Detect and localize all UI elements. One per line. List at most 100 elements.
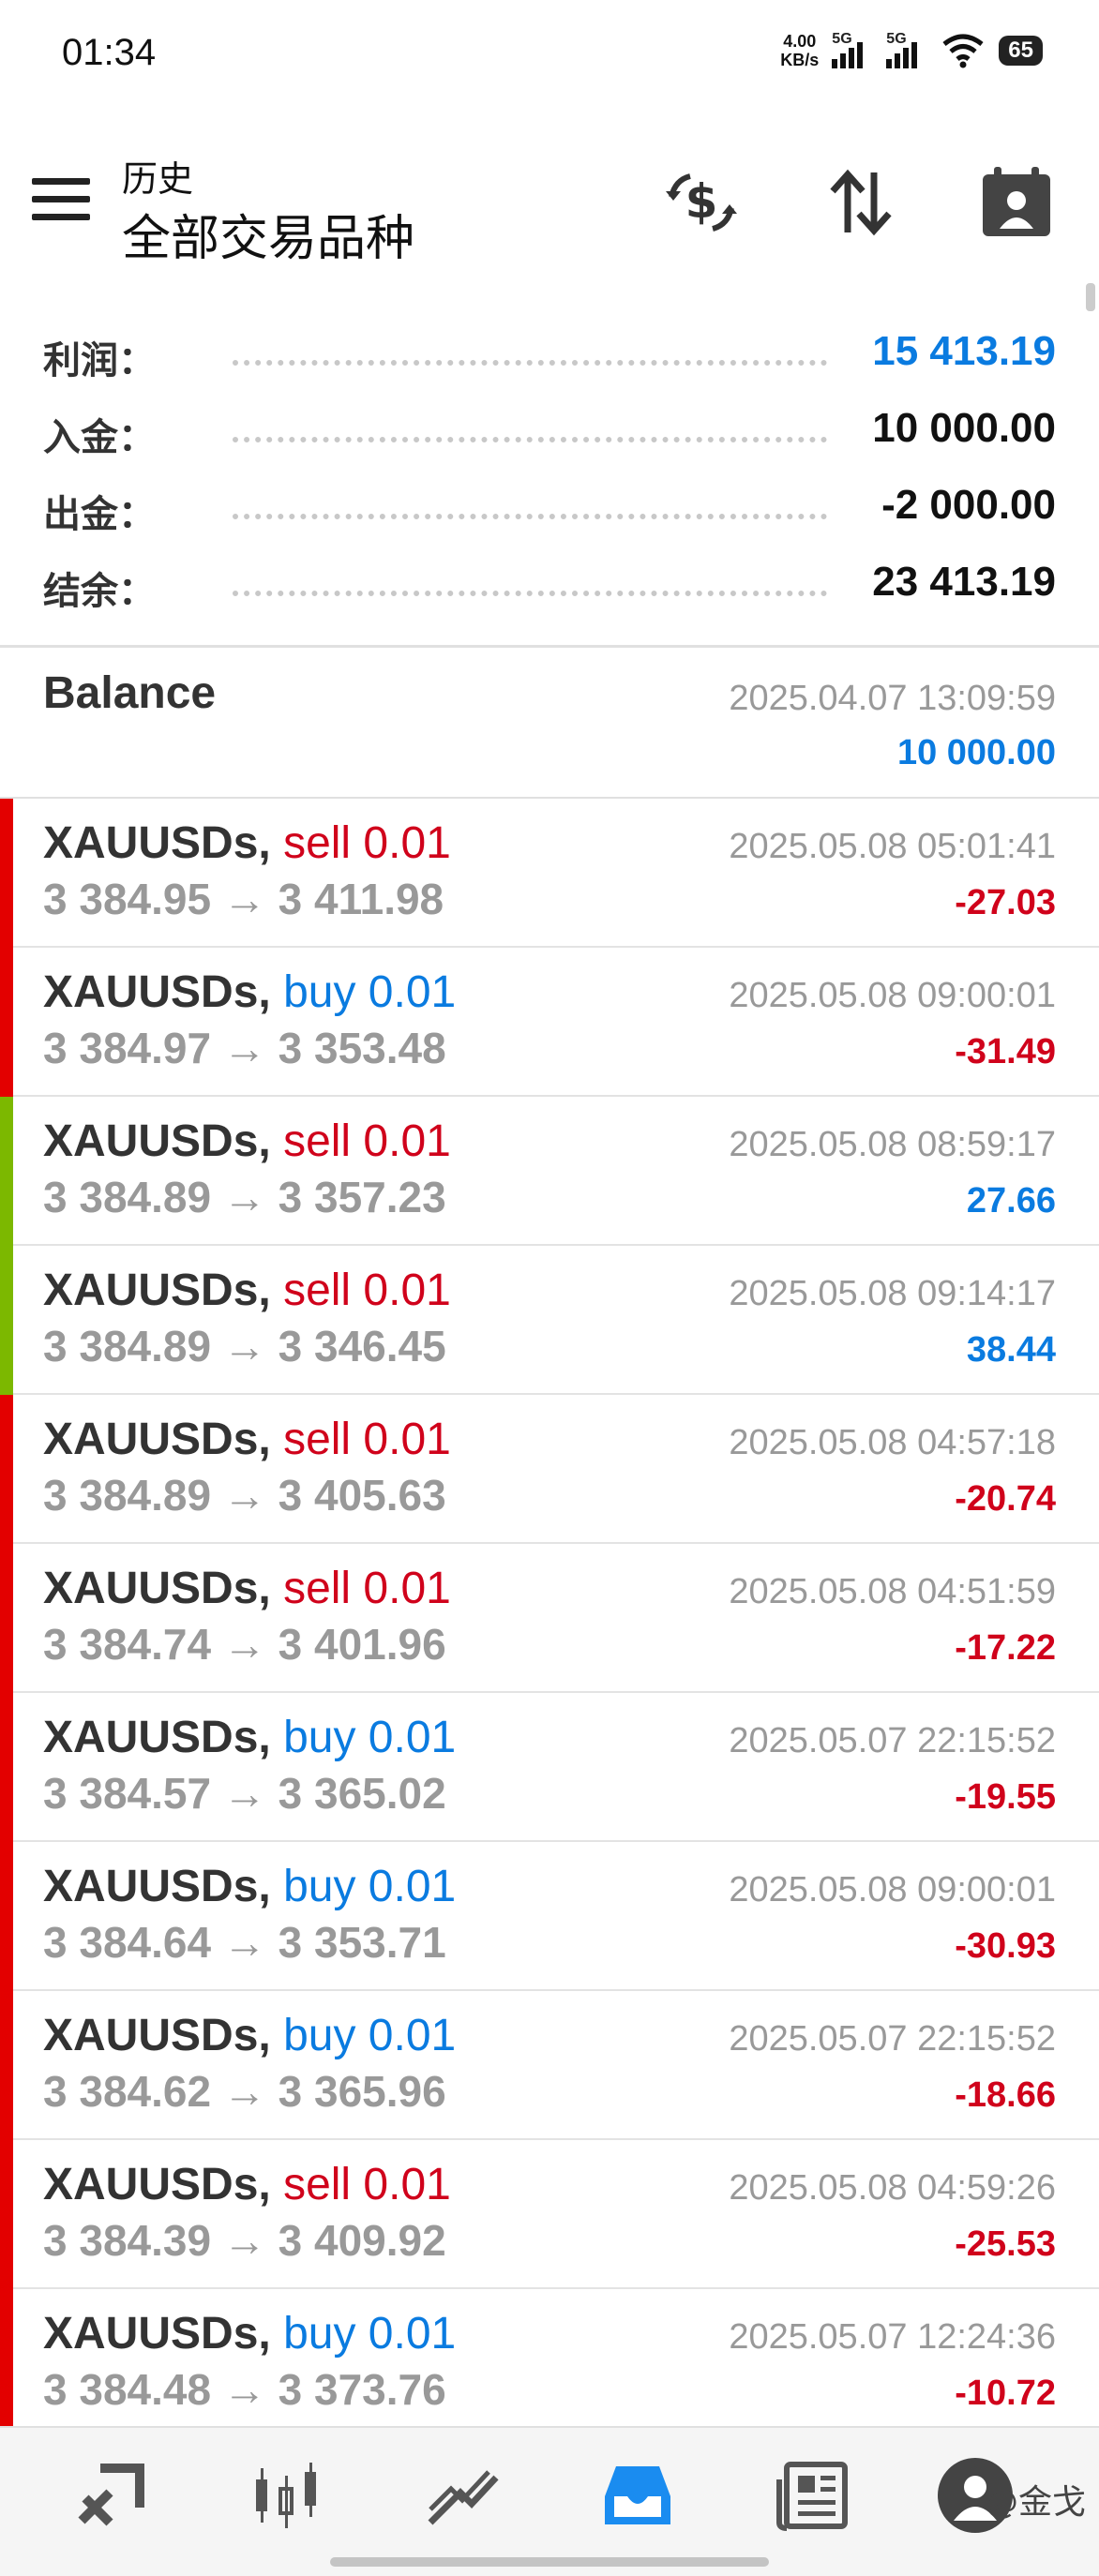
- trade-row[interactable]: XAUUSDs, buy 0.01 3 384.97 → 3 353.48 2025…: [0, 948, 1099, 1097]
- trade-result-bar: [0, 1991, 13, 2140]
- trade-row[interactable]: XAUUSDs, sell 0.01 3 384.74 → 3 401.96 202…: [0, 1544, 1099, 1693]
- balance-entry[interactable]: Balance 2025.04.07 13:09:59 10 000.00: [0, 649, 1099, 799]
- status-bar: 01:34 4.00 KB/s 5G 5G 65: [0, 0, 1099, 112]
- withdraw-label: 出金：: [43, 493, 156, 536]
- trade-symbol: XAUUSDs,: [43, 1713, 271, 1762]
- summary-withdraw-row: 出金： -2 000.00: [0, 472, 1099, 547]
- trade-side: buy 0.01: [283, 967, 457, 1017]
- trade-result-bar: [0, 1842, 13, 1991]
- net-speed-value: 4.00: [783, 32, 817, 51]
- trade-title: XAUUSDs, buy 0.01: [43, 2308, 456, 2359]
- trade-prices: 3 384.62 → 3 365.96: [43, 2067, 446, 2116]
- trade-prices: 3 384.97 → 3 353.48: [43, 1024, 446, 1072]
- home-indicator[interactable]: [330, 2557, 769, 2567]
- trade-row[interactable]: XAUUSDs, buy 0.01 3 384.64 → 3 353.71 2025…: [0, 1842, 1099, 1991]
- trade-symbol: XAUUSDs,: [43, 1862, 271, 1911]
- trade-row[interactable]: XAUUSDs, buy 0.01 3 384.57 → 3 365.02 2025…: [0, 1693, 1099, 1842]
- trade-result-bar: [0, 1693, 13, 1842]
- trade-prices: 3 384.89 → 3 405.63: [43, 1471, 446, 1520]
- trade-side: buy 0.01: [283, 1862, 457, 1911]
- trade-title: XAUUSDs, sell 0.01: [43, 1563, 451, 1614]
- trade-time: 2025.05.07 22:15:52: [729, 2019, 1056, 2059]
- trade-prices: 3 384.57 → 3 365.02: [43, 1769, 446, 1818]
- trade-result-bar: [0, 1544, 13, 1693]
- trade-result-bar: [0, 2140, 13, 2289]
- menu-icon[interactable]: [32, 178, 90, 223]
- trade-symbol: XAUUSDs,: [43, 2160, 271, 2209]
- trade-row[interactable]: XAUUSDs, sell 0.01 3 384.89 → 3 405.63 202…: [0, 1395, 1099, 1544]
- page-title[interactable]: 全部交易品种: [122, 199, 414, 269]
- trade-title: XAUUSDs, buy 0.01: [43, 2010, 456, 2061]
- trade-side: sell 0.01: [283, 1116, 451, 1166]
- divider: [0, 645, 1099, 648]
- balance-label: 结余：: [43, 570, 156, 613]
- trade-time: 2025.05.08 09:00:01: [729, 976, 1056, 1015]
- deposit-value: 10 000.00: [872, 405, 1056, 451]
- trade-time: 2025.05.08 04:59:26: [729, 2168, 1056, 2208]
- trade-row[interactable]: XAUUSDs, sell 0.01 3 384.89 → 3 346.45 202…: [0, 1246, 1099, 1395]
- trade-side: buy 0.01: [283, 2011, 457, 2060]
- trade-profit: -27.03: [955, 883, 1056, 922]
- trade-profit: -10.72: [955, 2374, 1056, 2413]
- trade-row[interactable]: XAUUSDs, buy 0.01 3 384.62 → 3 365.96 2025…: [0, 1991, 1099, 2140]
- trade-profit: -17.22: [955, 1628, 1056, 1668]
- chart-icon[interactable]: [240, 2449, 334, 2542]
- trade-time: 2025.05.07 12:24:36: [729, 2317, 1056, 2357]
- wifi-icon: [942, 34, 984, 68]
- trade-title: XAUUSDs, sell 0.01: [43, 817, 451, 869]
- signal-icon: 5G: [832, 31, 873, 68]
- trade-icon[interactable]: [416, 2449, 510, 2542]
- trade-symbol: XAUUSDs,: [43, 1266, 271, 1315]
- signal-icon-2: 5G: [886, 31, 927, 68]
- dotted-leader: [233, 437, 827, 442]
- trade-title: XAUUSDs, sell 0.01: [43, 2159, 451, 2210]
- signal-label-2: 5G: [886, 31, 907, 47]
- trade-profit: -31.49: [955, 1032, 1056, 1071]
- trade-time: 2025.05.08 09:14:17: [729, 1274, 1056, 1313]
- scrollbar[interactable]: [1086, 283, 1095, 311]
- sort-icon[interactable]: [821, 163, 900, 242]
- dotted-leader: [233, 360, 827, 366]
- balance-entry-amount: 10 000.00: [896, 733, 1056, 772]
- svg-text:$: $: [685, 174, 718, 229]
- trade-result-bar: [0, 1395, 13, 1544]
- trade-symbol: XAUUSDs,: [43, 1415, 271, 1464]
- trade-row[interactable]: XAUUSDs, buy 0.01 3 384.48 → 3 373.76 2025…: [0, 2289, 1099, 2438]
- trade-time: 2025.05.08 08:59:17: [729, 1125, 1056, 1164]
- profit-value: 15 413.19: [872, 328, 1056, 374]
- calendar-person-icon[interactable]: [977, 163, 1056, 242]
- trade-prices: 3 384.74 → 3 401.96: [43, 1620, 446, 1669]
- page-title-small: 历史: [122, 158, 194, 200]
- exchange-dollar-icon[interactable]: $: [662, 163, 741, 242]
- balance-value: 23 413.19: [872, 559, 1056, 605]
- trade-title: XAUUSDs, buy 0.01: [43, 1712, 456, 1763]
- trade-row[interactable]: XAUUSDs, sell 0.01 3 384.95 → 3 411.98 202…: [0, 799, 1099, 948]
- news-icon[interactable]: [767, 2449, 861, 2542]
- trade-time: 2025.05.08 04:57:18: [729, 1423, 1056, 1462]
- trade-profit: 38.44: [966, 1330, 1056, 1370]
- trade-side: sell 0.01: [283, 1266, 451, 1315]
- summary-deposit-row: 入金： 10 000.00: [0, 396, 1099, 471]
- trade-prices: 3 384.64 → 3 353.71: [43, 1918, 446, 1967]
- trade-symbol: XAUUSDs,: [43, 2309, 271, 2359]
- summary-balance-row: 结余： 23 413.19: [0, 549, 1099, 624]
- status-time: 01:34: [62, 32, 157, 73]
- signal-label: 5G: [832, 31, 852, 47]
- trade-prices: 3 384.48 → 3 373.76: [43, 2365, 446, 2414]
- trade-title: XAUUSDs, sell 0.01: [43, 1116, 451, 1167]
- deposit-label: 入金：: [43, 416, 156, 459]
- trade-title: XAUUSDs, buy 0.01: [43, 966, 456, 1018]
- status-icons: 4.00 KB/s 5G 5G 65: [780, 31, 1043, 69]
- dotted-leader: [233, 591, 827, 596]
- trade-row[interactable]: XAUUSDs, sell 0.01 3 384.39 → 3 409.92 202…: [0, 2140, 1099, 2289]
- trade-profit: 27.66: [966, 1181, 1056, 1221]
- trade-prices: 3 384.95 → 3 411.98: [43, 875, 444, 923]
- trade-side: buy 0.01: [283, 1713, 457, 1762]
- dotted-leader: [233, 514, 827, 519]
- trade-side: sell 0.01: [283, 2160, 451, 2209]
- history-icon[interactable]: [591, 2449, 685, 2542]
- trade-symbol: XAUUSDs,: [43, 1116, 271, 1166]
- trade-title: XAUUSDs, sell 0.01: [43, 1265, 451, 1316]
- trade-row[interactable]: XAUUSDs, sell 0.01 3 384.89 → 3 357.23 202…: [0, 1097, 1099, 1246]
- quotes-icon[interactable]: [66, 2449, 159, 2542]
